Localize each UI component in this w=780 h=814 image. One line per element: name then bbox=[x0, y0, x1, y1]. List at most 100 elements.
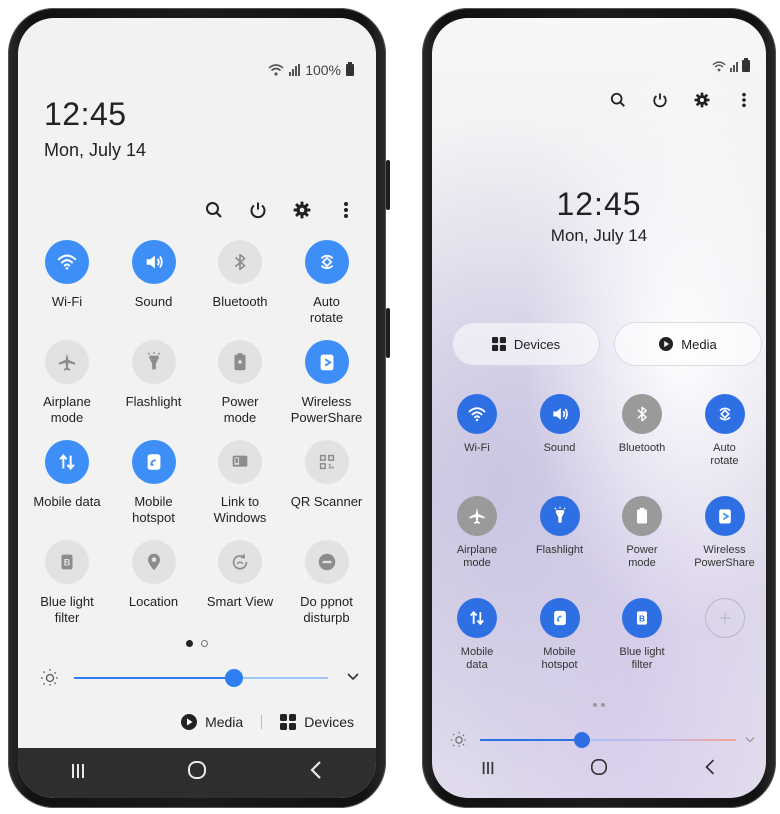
quick-tile[interactable]: B Blue light filter bbox=[24, 540, 110, 626]
page-dot-active[interactable] bbox=[186, 639, 193, 647]
battery-icon bbox=[346, 62, 354, 76]
quick-tile[interactable]: Flashlight bbox=[111, 340, 197, 410]
search-button[interactable] bbox=[602, 84, 634, 116]
add-tile-button[interactable] bbox=[684, 598, 766, 646]
brightness-knob[interactable] bbox=[225, 669, 244, 687]
page-dot[interactable] bbox=[601, 703, 605, 707]
do-not-disturb-icon bbox=[304, 540, 349, 584]
blue-light-icon: B bbox=[622, 598, 662, 638]
quick-tile[interactable]: Link to Windows bbox=[197, 440, 283, 526]
back-button[interactable] bbox=[690, 758, 730, 782]
quick-tile[interactable]: Do ppnot disturpb bbox=[284, 540, 370, 626]
sound-icon bbox=[131, 240, 176, 284]
expand-chevron-icon[interactable] bbox=[744, 736, 756, 744]
more-options-button[interactable] bbox=[330, 194, 362, 226]
settings-button[interactable] bbox=[286, 194, 318, 226]
more-options-button[interactable] bbox=[728, 84, 760, 116]
page-dot-active[interactable] bbox=[593, 703, 597, 707]
quick-tile[interactable]: Bluetooth bbox=[197, 240, 283, 310]
home-button[interactable] bbox=[579, 758, 619, 782]
quick-tile[interactable]: Mobile hotspot bbox=[111, 440, 197, 526]
quick-tile[interactable]: Auto rotate bbox=[284, 240, 370, 326]
devices-button[interactable]: Devices bbox=[452, 322, 600, 366]
recents-icon bbox=[71, 764, 84, 778]
play-icon bbox=[181, 714, 198, 730]
home-button[interactable] bbox=[177, 760, 217, 786]
quick-tile[interactable]: Wireless PowerShare bbox=[284, 340, 370, 426]
quick-tile[interactable]: Airplane mode bbox=[436, 496, 518, 570]
quick-tile[interactable]: Flashlight bbox=[519, 496, 601, 557]
sound-icon bbox=[539, 394, 580, 434]
divider bbox=[261, 715, 263, 729]
more-icon bbox=[742, 92, 746, 108]
svg-text:B: B bbox=[639, 613, 645, 623]
quick-panel-left: 100% 12:45 Mon, July 14 Wi-Fi Sound Blueto… bbox=[18, 18, 376, 798]
media-label: Media bbox=[681, 336, 717, 352]
quick-tile[interactable]: Sound bbox=[111, 240, 197, 310]
quick-tile[interactable]: B Blue light filter bbox=[601, 598, 683, 672]
quick-tile[interactable]: Smart View bbox=[197, 540, 283, 610]
quick-tile[interactable]: Location bbox=[111, 540, 197, 610]
smart-view-icon bbox=[218, 540, 262, 584]
quick-tile[interactable]: Mobile data bbox=[24, 440, 110, 510]
quick-tile-label: Sound bbox=[134, 294, 173, 309]
battery-percent: 100% bbox=[305, 62, 341, 78]
home-icon bbox=[590, 758, 607, 776]
devices-label: Devices bbox=[513, 336, 561, 352]
expand-chevron-icon[interactable] bbox=[346, 672, 360, 682]
quick-tile[interactable]: Power mode bbox=[601, 496, 683, 570]
airplane-icon bbox=[457, 496, 497, 536]
quick-tile[interactable]: Sound bbox=[519, 394, 601, 455]
bluetooth-icon bbox=[218, 240, 262, 284]
quick-tile[interactable]: Bluetooth bbox=[601, 394, 683, 455]
media-button[interactable]: Media bbox=[614, 322, 762, 366]
quick-tile-label: Blue light filter bbox=[619, 646, 665, 671]
quick-tile[interactable]: Wi-Fi bbox=[436, 394, 518, 455]
brightness-knob[interactable] bbox=[574, 732, 591, 748]
mobile-data-icon bbox=[457, 598, 497, 638]
brightness-icon bbox=[41, 669, 59, 687]
power-mode-icon bbox=[622, 496, 662, 536]
hotspot-icon bbox=[131, 440, 176, 484]
devices-icon bbox=[280, 714, 297, 730]
quick-panel-toolbar bbox=[198, 194, 362, 226]
wifi-icon bbox=[457, 394, 497, 434]
quick-tile-label: Flashlight bbox=[535, 544, 584, 556]
recents-button[interactable] bbox=[58, 760, 98, 786]
quick-panel-right: 12:45 Mon, July 14 Devices Media Wi-Fi So… bbox=[432, 18, 766, 798]
home-icon bbox=[187, 761, 206, 779]
quick-tile[interactable]: Airplane mode bbox=[24, 340, 110, 426]
back-button[interactable] bbox=[296, 760, 336, 786]
brightness-slider[interactable] bbox=[40, 666, 360, 690]
quick-tile-label: Airplane mode bbox=[43, 394, 91, 425]
devices-button[interactable]: Devices bbox=[280, 714, 354, 730]
blue-light-icon: B bbox=[45, 540, 89, 584]
media-button[interactable]: Media bbox=[181, 714, 243, 730]
back-icon bbox=[705, 759, 715, 775]
quick-tile-label: Auto rotate bbox=[710, 442, 739, 467]
quick-tile-label: Wi-Fi bbox=[51, 294, 83, 309]
search-button[interactable] bbox=[198, 194, 230, 226]
navigation-bar bbox=[432, 750, 766, 790]
quick-tile-label: Link to Windows bbox=[213, 494, 267, 525]
quick-tile[interactable]: QR Scanner bbox=[284, 440, 370, 510]
quick-tile[interactable]: Power mode bbox=[197, 340, 283, 426]
recents-button[interactable] bbox=[468, 759, 508, 782]
power-button[interactable] bbox=[242, 194, 274, 226]
page-dot[interactable] bbox=[201, 639, 208, 647]
quick-panel-toolbar bbox=[602, 84, 760, 116]
media-label: Media bbox=[205, 714, 244, 730]
power-button[interactable] bbox=[644, 84, 676, 116]
quick-tile[interactable]: Mobile data bbox=[436, 598, 518, 672]
settings-button[interactable] bbox=[686, 84, 718, 116]
side-button bbox=[386, 308, 390, 358]
quick-tile[interactable]: Auto rotate bbox=[684, 394, 766, 468]
quick-tile-label: Airplane mode bbox=[456, 544, 498, 569]
quick-tile[interactable]: Wireless PowerShare bbox=[684, 496, 766, 570]
quick-tile[interactable]: Wi-Fi bbox=[24, 240, 110, 310]
settings-icon bbox=[293, 201, 311, 219]
wifi-status-icon bbox=[712, 60, 726, 71]
brightness-slider[interactable] bbox=[450, 728, 756, 752]
clock: 12:45 bbox=[44, 96, 127, 132]
quick-tile[interactable]: Mobile hotspot bbox=[519, 598, 601, 672]
